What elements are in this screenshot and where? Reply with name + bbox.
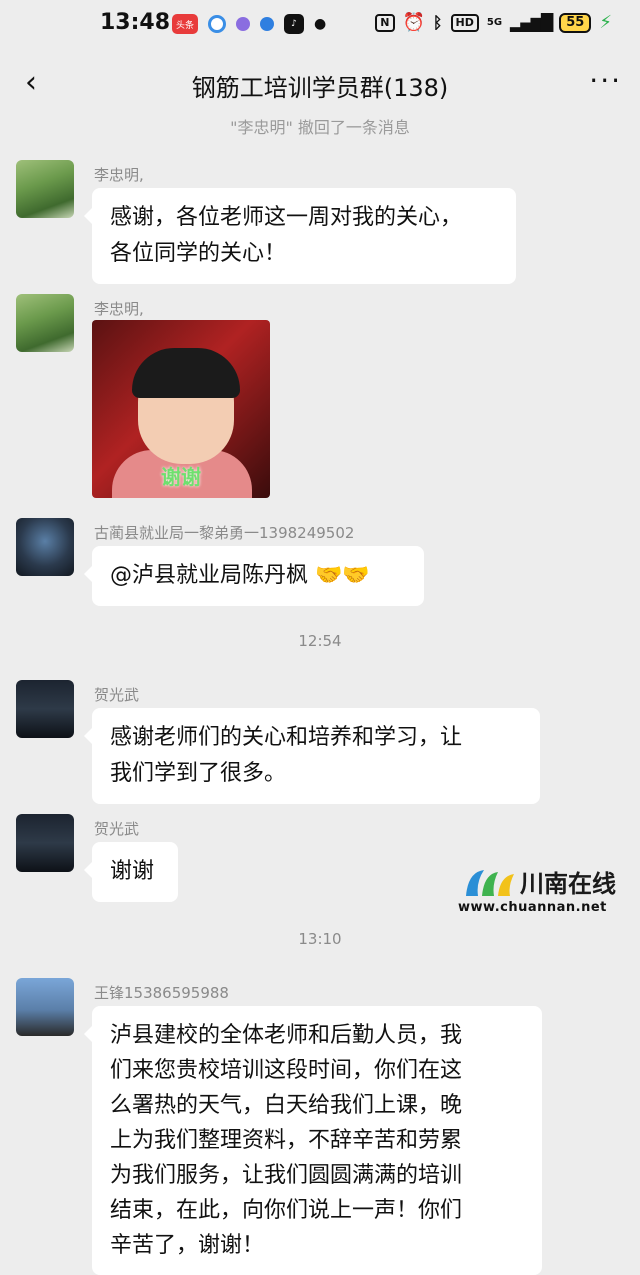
avatar[interactable] [16,978,74,1036]
message-bubble[interactable]: 谢谢 [84,842,178,902]
app-icon [260,17,274,31]
watermark-url: www.chuannan.net [458,900,607,915]
battery-icon: 55 [559,12,592,33]
browser-app-icon [208,15,226,33]
charging-icon: ⚡ [599,12,612,33]
sender-name: 贺光武 [94,686,140,704]
message-bubble[interactable]: 感谢老师们的关心和培养和学习，让 我们学到了很多。 [84,708,540,804]
bluetooth-icon: ᛒ [432,13,443,32]
chat-header: ‹ 钢筋工培训学员群(138) ··· [0,48,640,120]
chat-app-icon [236,17,250,31]
avatar[interactable] [16,294,74,352]
message-bubble[interactable]: 泸县建校的全体老师和后勤人员，我 们来您贵校培训这段时间，你们在这 么署热的天气… [84,1006,542,1275]
avatar[interactable] [16,680,74,738]
site-watermark: 川南在线 www.chuannan.net [458,862,618,918]
status-bar: 13:48 头条 ♪ ● N ⏰ ᛒ HD 5G ▂▄▆█ 55 ⚡ [0,0,640,48]
sender-name: 古蔺县就业局一黎弟勇一1398249502 [94,524,355,542]
hd-icon: HD [450,13,479,32]
news-app-icon: 头条 [172,14,198,34]
timestamp: 13:10 [298,930,342,948]
ellipsis-icon[interactable]: ··· [589,66,622,96]
notification-icons: 头条 ♪ ● [172,14,326,34]
network-type: 5G [486,17,503,28]
recall-notice: "李忠明" 撤回了一条消息 [230,118,410,137]
system-icons: N ⏰ ᛒ HD 5G ▂▄▆█ 55 ⚡ [375,12,612,33]
avatar[interactable] [16,518,74,576]
sender-name: 李忠明, [94,166,144,184]
avatar[interactable] [16,160,74,218]
nfc-icon: N [375,13,395,32]
sticker-image[interactable]: 谢谢 [92,320,270,498]
signal-icon: ▂▄▆█ [510,13,553,32]
chat-title: 钢筋工培训学员群(138) [191,74,449,102]
image-caption: 谢谢 [161,465,201,489]
watermark-name: 川南在线 [520,870,616,898]
sender-name: 李忠明, [94,300,144,318]
status-time: 13:48 [100,10,171,35]
more-notifications-dot: ● [314,16,327,32]
image-hair [132,348,240,398]
sender-name: 王锋15386595988 [94,984,229,1002]
message-bubble[interactable]: @泸县就业局陈丹枫 🤝🤝 [84,546,424,606]
tiktok-icon: ♪ [284,14,304,34]
timestamp: 12:54 [298,632,342,650]
message-bubble[interactable]: 感谢，各位老师这一周对我的关心， 各位同学的关心！ [84,188,516,284]
watermark-logo-icon [466,870,514,896]
sender-name: 贺光武 [94,820,140,838]
alarm-icon: ⏰ [402,12,425,33]
avatar[interactable] [16,814,74,872]
